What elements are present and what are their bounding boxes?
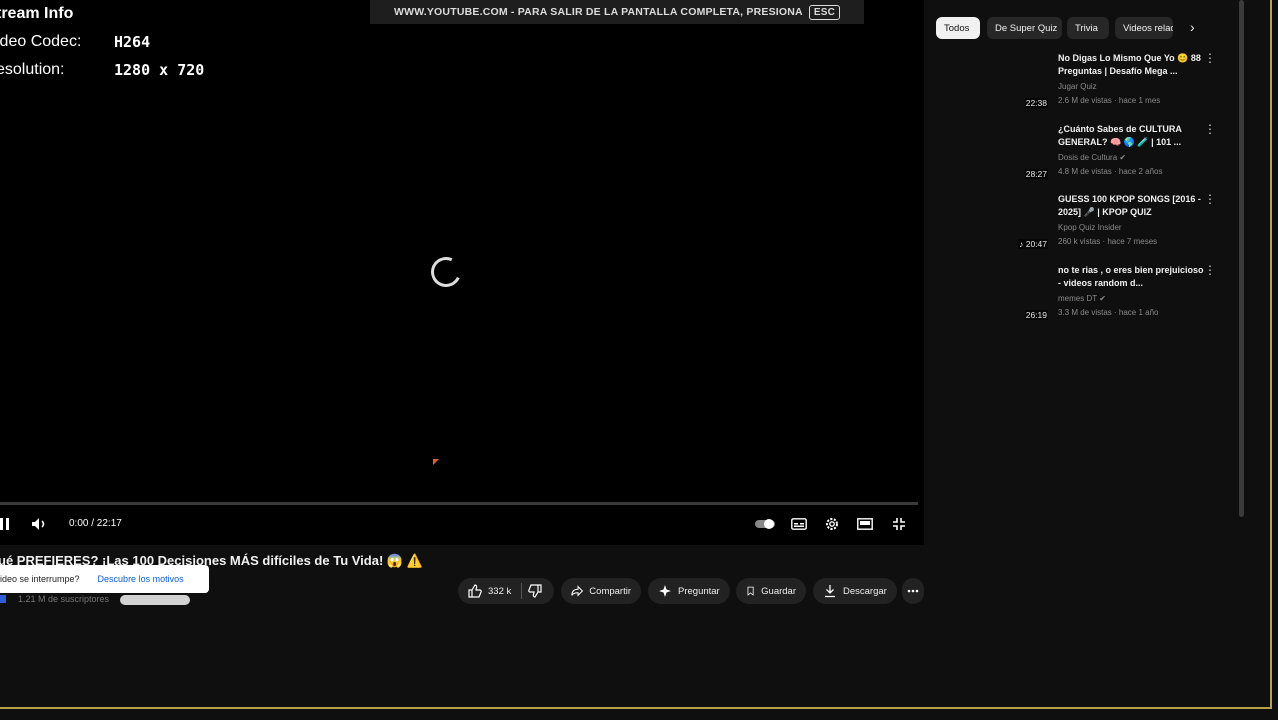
more-vertical-icon[interactable]: ⋮ bbox=[1204, 264, 1216, 276]
resolution-label: esolution: bbox=[0, 61, 65, 78]
codec-value: H264 bbox=[114, 33, 151, 51]
autoplay-toggle[interactable] bbox=[755, 514, 777, 534]
channel-name[interactable]: Dosis de Cultura ✔ bbox=[1058, 153, 1126, 162]
toggle-icon bbox=[755, 519, 775, 529]
channel-name[interactable]: memes DT ✔ bbox=[1058, 294, 1106, 303]
video-meta: 2.6 M de vistas · hace 1 mes bbox=[1058, 96, 1161, 105]
video-duration: 26:19 bbox=[1024, 310, 1048, 320]
mouse-cursor-icon bbox=[433, 459, 439, 465]
video-meta: 4.8 M de vistas · hace 2 años bbox=[1058, 167, 1163, 176]
bookmark-icon bbox=[747, 586, 754, 596]
volume-button[interactable] bbox=[30, 514, 50, 534]
video-title[interactable]: GUESS 100 KPOP SONGS [2016 - 2025] 🎤 | K… bbox=[1058, 193, 1208, 219]
pause-icon bbox=[0, 518, 9, 530]
channel-avatar[interactable] bbox=[0, 595, 6, 603]
gear-icon bbox=[826, 518, 838, 530]
save-button[interactable]: Guardar bbox=[736, 578, 806, 604]
fullscreen-banner-text: WWW.YOUTUBE.COM - PARA SALIR DE LA PANTA… bbox=[393, 6, 803, 18]
pause-button[interactable] bbox=[0, 514, 10, 534]
loading-spinner-icon bbox=[426, 252, 466, 292]
interruption-tooltip: ideo se interrumpe? Descubre los motivos bbox=[0, 565, 209, 593]
sparkle-icon bbox=[659, 585, 671, 597]
exit-fullscreen-button[interactable] bbox=[890, 514, 908, 534]
more-actions-button[interactable] bbox=[902, 578, 924, 604]
ask-button[interactable]: Preguntar bbox=[648, 578, 730, 604]
video-duration: ♪ 20:47 bbox=[1018, 239, 1048, 249]
channel-name[interactable]: Kpop Quiz Insider bbox=[1058, 223, 1122, 232]
resolution-value: 1280 x 720 bbox=[114, 61, 205, 79]
fullscreen-banner: WWW.YOUTUBE.COM - PARA SALIR DE LA PANTA… bbox=[370, 0, 864, 24]
like-count: 332 k bbox=[488, 585, 512, 597]
tooltip-link[interactable]: Descubre los motivos bbox=[98, 574, 184, 584]
chip-todos[interactable]: Todos bbox=[936, 17, 980, 39]
volume-icon bbox=[32, 518, 45, 530]
captions-icon bbox=[791, 518, 807, 530]
theater-mode-button[interactable] bbox=[856, 514, 874, 534]
download-icon bbox=[825, 585, 835, 598]
tooltip-question: ideo se interrumpe? bbox=[0, 574, 80, 584]
codec-label: ideo Codec: bbox=[0, 33, 82, 50]
share-button[interactable]: Compartir bbox=[561, 578, 641, 604]
download-button[interactable]: Descargar bbox=[813, 578, 897, 604]
chevron-right-icon[interactable]: › bbox=[1190, 19, 1195, 35]
more-vertical-icon[interactable]: ⋮ bbox=[1204, 123, 1216, 135]
stats-for-nerds-overlay: tream Info ideo Codec: H264 esolution: 128… bbox=[0, 0, 204, 84]
esc-key-badge: ESC bbox=[808, 4, 841, 20]
theater-icon bbox=[857, 518, 873, 530]
video-player[interactable]: tream Info ideo Codec: H264 esolution: 128… bbox=[0, 0, 924, 545]
sidebar-scrollbar[interactable] bbox=[1239, 0, 1244, 517]
more-horizontal-icon bbox=[907, 589, 919, 593]
recommendation-item[interactable]: 28:27 ¿Cuánto Sabes de CULTURA GENERAL? … bbox=[960, 123, 1220, 183]
video-title[interactable]: No Digas Lo Mismo Que Yo 😊 88 Preguntas … bbox=[1058, 52, 1208, 78]
video-title[interactable]: ¿Cuánto Sabes de CULTURA GENERAL? 🧠 🌎 🧪 … bbox=[1058, 123, 1208, 149]
dislike-button[interactable] bbox=[528, 584, 542, 598]
recommendation-item[interactable]: ♪ 20:47 GUESS 100 KPOP SONGS [2016 - 202… bbox=[960, 193, 1220, 253]
recommendation-item[interactable]: 26:19 no te rias , o eres bien prejuicio… bbox=[960, 264, 1220, 324]
like-dislike-group: 332 k bbox=[458, 578, 554, 604]
more-vertical-icon[interactable]: ⋮ bbox=[1204, 52, 1216, 64]
chip-related[interactable]: Videos relac bbox=[1115, 17, 1173, 39]
player-controls: 0:00 / 22:17 bbox=[0, 510, 924, 538]
like-divider bbox=[521, 583, 523, 599]
stats-heading: tream Info bbox=[0, 5, 74, 22]
share-icon bbox=[571, 585, 584, 597]
share-label: Compartir bbox=[589, 585, 631, 597]
chip-super-quiz[interactable]: De Super Quiz bbox=[987, 17, 1062, 39]
subtitles-button[interactable] bbox=[790, 514, 808, 534]
subscribe-button[interactable] bbox=[120, 595, 190, 605]
save-label: Guardar bbox=[761, 585, 796, 597]
window-border-bottom bbox=[0, 707, 1272, 709]
time-display: 0:00 / 22:17 bbox=[69, 518, 122, 529]
more-vertical-icon[interactable]: ⋮ bbox=[1204, 193, 1216, 205]
video-duration: 22:38 bbox=[1024, 98, 1048, 108]
ask-label: Preguntar bbox=[678, 585, 720, 597]
video-meta: 260 k vistas · hace 7 meses bbox=[1058, 237, 1158, 246]
subscriber-count: 1.21 M de suscriptores bbox=[18, 594, 110, 604]
video-title[interactable]: no te rias , o eres bien prejuicioso - v… bbox=[1058, 264, 1208, 290]
chip-trivia[interactable]: Trivia bbox=[1067, 17, 1109, 39]
progress-bar[interactable] bbox=[0, 502, 918, 505]
like-button[interactable]: 332 k bbox=[468, 584, 511, 598]
recommendation-item[interactable]: 22:38 No Digas Lo Mismo Que Yo 😊 88 Preg… bbox=[960, 52, 1220, 112]
thumbs-up-icon bbox=[468, 584, 482, 598]
video-meta: 3.3 M de vistas · hace 1 año bbox=[1058, 308, 1159, 317]
video-duration: 28:27 bbox=[1024, 169, 1048, 179]
download-label: Descargar bbox=[843, 585, 887, 597]
window-border-right bbox=[1270, 0, 1272, 709]
fullscreen-exit-icon bbox=[893, 518, 905, 530]
thumbs-down-icon bbox=[528, 584, 542, 598]
settings-button[interactable] bbox=[823, 514, 841, 534]
channel-name[interactable]: Jugar Quiz bbox=[1058, 82, 1097, 91]
